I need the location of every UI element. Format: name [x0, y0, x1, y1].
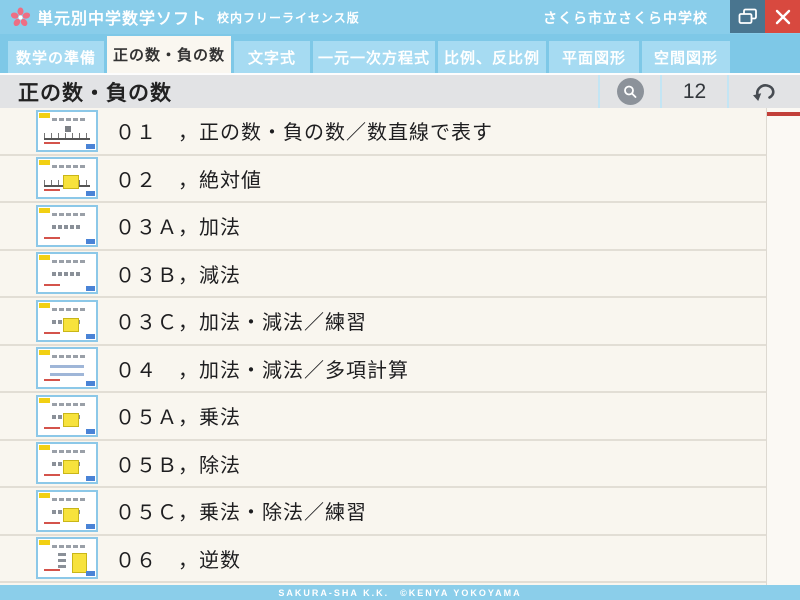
- lesson-row[interactable]: ０５Ｃ，乗法・除法／練習: [0, 488, 766, 536]
- lesson-thumbnail: [36, 157, 98, 199]
- tab-plane-figures[interactable]: 平面図形: [549, 41, 639, 73]
- scrollbar-thumb[interactable]: [767, 112, 800, 116]
- lesson-thumbnail: [36, 537, 98, 579]
- close-icon: [775, 9, 791, 25]
- lesson-thumbnail: [36, 490, 98, 532]
- lesson-thumbnail: [36, 395, 98, 437]
- lesson-thumbnail: [36, 442, 98, 484]
- lesson-row[interactable]: ０３Ｂ，減法: [0, 251, 766, 299]
- lesson-row[interactable]: ０３Ａ，加法: [0, 203, 766, 251]
- restore-window-icon: [738, 8, 758, 25]
- lesson-row[interactable]: ０５Ａ，乗法: [0, 393, 766, 441]
- close-window-button[interactable]: [765, 0, 800, 33]
- lesson-title: ０５Ｂ，除法: [115, 449, 241, 478]
- lesson-title: ０３Ｃ，加法・減法／練習: [115, 306, 367, 335]
- lesson-thumbnail: [36, 252, 98, 294]
- title-bar: 単元別中学数学ソフト 校内フリーライセンス版 さくら市立さくら中学校: [0, 0, 800, 34]
- lesson-row[interactable]: ０６ ，逆数: [0, 536, 766, 584]
- lesson-thumbnail: [36, 205, 98, 247]
- search-button[interactable]: [598, 75, 660, 108]
- scrollbar-track[interactable]: [766, 108, 800, 585]
- tab-algebraic-expressions[interactable]: 文字式: [234, 41, 310, 73]
- lesson-thumbnail: [36, 300, 98, 342]
- restore-window-button[interactable]: [730, 0, 765, 33]
- lesson-row[interactable]: ０５Ｂ，除法: [0, 441, 766, 489]
- lesson-title: ０１ ，正の数・負の数／数直線で表す: [115, 116, 493, 145]
- tab-solid-figures[interactable]: 空間図形: [642, 41, 730, 73]
- license-label: 校内フリーライセンス版: [217, 9, 360, 26]
- section-header: 正の数・負の数 12: [0, 73, 800, 108]
- section-title: 正の数・負の数: [0, 75, 598, 108]
- copyright-text: SAKURA-SHA K.K. ©KENYA YOKOYAMA: [278, 586, 521, 599]
- tab-proportion[interactable]: 比例、反比例: [438, 41, 546, 73]
- lesson-title: ０３Ａ，加法: [115, 211, 241, 240]
- sakura-flower-icon: [10, 7, 31, 28]
- lesson-title: ０６ ，逆数: [115, 544, 241, 573]
- undo-arrow-icon: [752, 81, 778, 103]
- lesson-title: ０３Ｂ，減法: [115, 259, 241, 288]
- lesson-row[interactable]: ０３Ｃ，加法・減法／練習: [0, 298, 766, 346]
- lesson-row[interactable]: ０２ ，絶対値: [0, 156, 766, 204]
- lesson-title: ０５Ａ，乗法: [115, 401, 241, 430]
- app-title: 単元別中学数学ソフト: [37, 5, 207, 29]
- lesson-row[interactable]: ０４ ，加法・減法／多項計算: [0, 346, 766, 394]
- lesson-thumbnail: [36, 347, 98, 389]
- lesson-title: ０５Ｃ，乗法・除法／練習: [115, 496, 367, 525]
- lesson-row[interactable]: ０１ ，正の数・負の数／数直線で表す: [0, 108, 766, 156]
- item-count: 12: [660, 75, 727, 108]
- tab-positive-negative-numbers[interactable]: 正の数・負の数: [107, 36, 231, 73]
- footer-credit-bar: SAKURA-SHA K.K. ©KENYA YOKOYAMA: [0, 585, 800, 600]
- lesson-list: ０１ ，正の数・負の数／数直線で表す ０２ ，絶対値 ０３Ａ，加法 ０３Ｂ，減法…: [0, 108, 800, 585]
- lesson-title: ０２ ，絶対値: [115, 164, 262, 193]
- back-button[interactable]: [727, 75, 800, 108]
- unit-tab-bar: 数学の準備 正の数・負の数 文字式 一元一次方程式 比例、反比例 平面図形 空間…: [0, 34, 800, 73]
- lesson-title: ０４ ，加法・減法／多項計算: [115, 354, 409, 383]
- tab-linear-equations[interactable]: 一元一次方程式: [313, 41, 435, 73]
- lesson-thumbnail: [36, 110, 98, 152]
- school-name: さくら市立さくら中学校: [543, 8, 708, 28]
- tab-math-prep[interactable]: 数学の準備: [8, 41, 104, 73]
- search-icon: [622, 84, 638, 100]
